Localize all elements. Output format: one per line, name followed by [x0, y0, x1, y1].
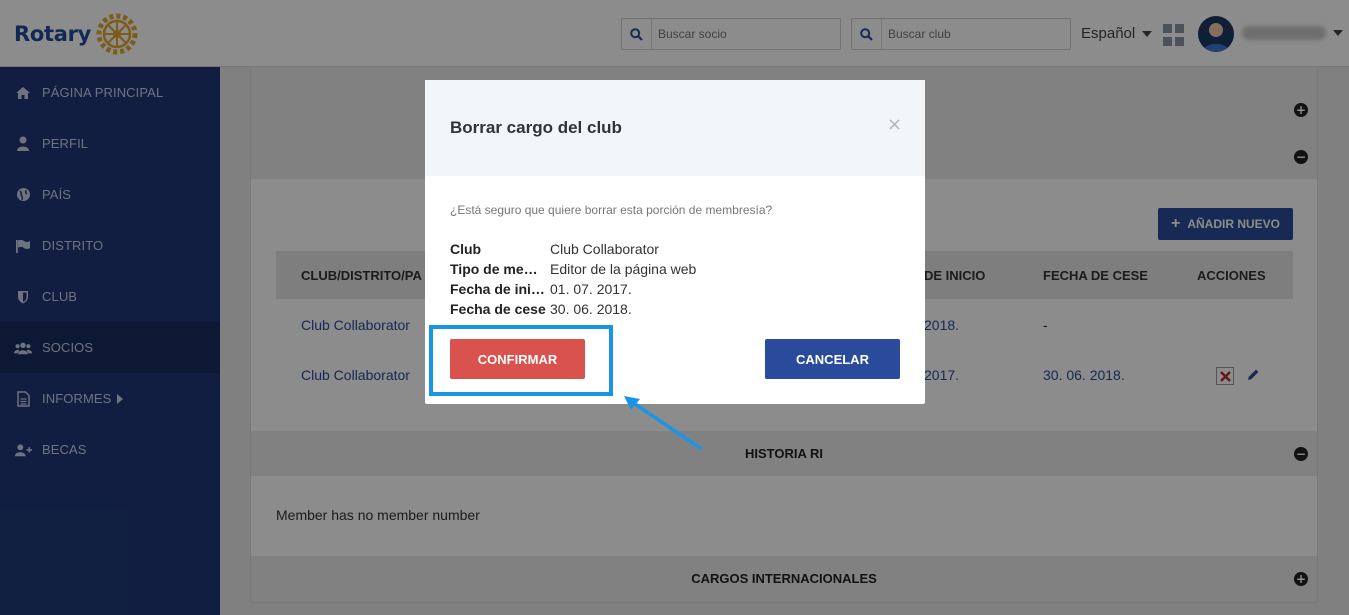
field-label-club: Club — [450, 241, 482, 257]
cancel-button[interactable]: CANCELAR — [765, 339, 900, 379]
annotation-arrow-icon — [624, 396, 702, 450]
field-label-end-date: Fecha de cese — [450, 301, 546, 317]
field-label-start-date: Fecha de inicio — [450, 281, 550, 297]
close-icon[interactable]: × — [887, 114, 902, 135]
confirmation-question: ¿Está seguro que quiere borrar esta porc… — [450, 203, 773, 217]
field-value-start-date: 01. 07. 2017. — [550, 281, 632, 297]
field-value-end-date: 30. 06. 2018. — [550, 301, 632, 317]
field-value-membership-type: Editor de la página web — [550, 261, 697, 277]
field-value-club: Club Collaborator — [550, 241, 659, 257]
modal-title: Borrar cargo del club — [450, 118, 622, 137]
field-label-membership-type: Tipo de memb… — [450, 261, 550, 277]
highlight-box — [429, 325, 613, 396]
